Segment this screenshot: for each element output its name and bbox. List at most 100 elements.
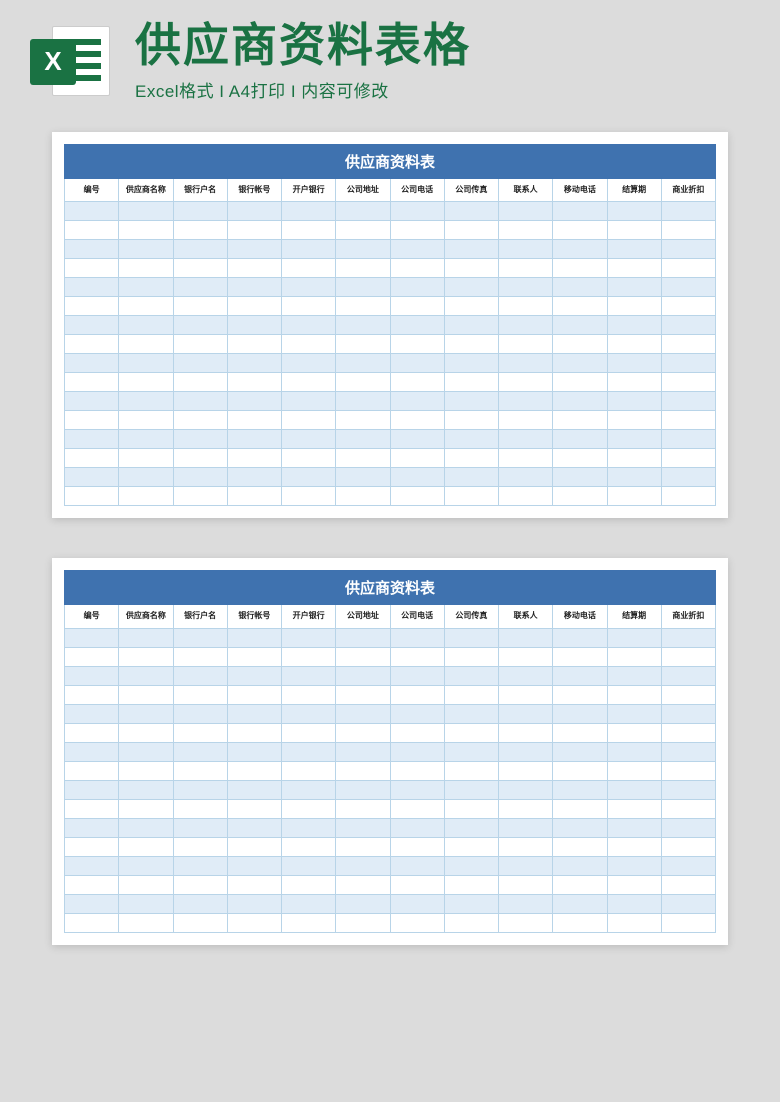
table-cell xyxy=(444,648,498,667)
table-cell xyxy=(173,781,227,800)
table-cell xyxy=(444,411,498,430)
table-cell xyxy=(65,648,119,667)
table-cell xyxy=(607,857,661,876)
table-cell xyxy=(444,705,498,724)
table-cell xyxy=(65,876,119,895)
table-cell xyxy=(336,278,390,297)
table-row xyxy=(65,373,716,392)
column-header: 移动电话 xyxy=(553,605,607,629)
table-cell xyxy=(607,316,661,335)
table-cell xyxy=(499,743,553,762)
column-header: 编号 xyxy=(65,178,119,202)
table-row xyxy=(65,297,716,316)
table-cell xyxy=(227,354,281,373)
table-row xyxy=(65,316,716,335)
table-cell xyxy=(390,468,444,487)
table-cell xyxy=(227,724,281,743)
table-cell xyxy=(607,648,661,667)
table-cell xyxy=(173,648,227,667)
table-cell xyxy=(173,411,227,430)
table-cell xyxy=(553,487,607,506)
table-cell xyxy=(282,762,336,781)
table-cell xyxy=(390,259,444,278)
table-row xyxy=(65,781,716,800)
table-cell xyxy=(607,354,661,373)
table-cell xyxy=(390,724,444,743)
column-header: 开户银行 xyxy=(282,178,336,202)
table-cell xyxy=(227,221,281,240)
table-cell xyxy=(390,629,444,648)
table-cell xyxy=(390,800,444,819)
table-cell xyxy=(390,316,444,335)
page-title: 供应商资料表格 xyxy=(135,20,750,71)
column-header: 银行帐号 xyxy=(227,605,281,629)
table-cell xyxy=(282,667,336,686)
table-cell xyxy=(390,335,444,354)
table-cell xyxy=(119,468,173,487)
column-header: 联系人 xyxy=(499,178,553,202)
table-cell xyxy=(65,259,119,278)
table-cell xyxy=(390,781,444,800)
table-cell xyxy=(65,335,119,354)
table-cell xyxy=(444,430,498,449)
table-cell xyxy=(336,762,390,781)
table-cell xyxy=(119,411,173,430)
table-cell xyxy=(553,895,607,914)
table-cell xyxy=(119,278,173,297)
table-row xyxy=(65,819,716,838)
table-cell xyxy=(390,648,444,667)
table-cell xyxy=(336,705,390,724)
table-cell xyxy=(336,743,390,762)
table-cell xyxy=(661,373,715,392)
table-cell xyxy=(499,762,553,781)
table-cell xyxy=(282,781,336,800)
table-row xyxy=(65,705,716,724)
table-cell xyxy=(336,648,390,667)
table-cell xyxy=(336,724,390,743)
table-row xyxy=(65,724,716,743)
table-cell xyxy=(173,762,227,781)
table-row xyxy=(65,487,716,506)
table-row xyxy=(65,895,716,914)
table-cell xyxy=(499,724,553,743)
table-cell xyxy=(390,392,444,411)
table-cell xyxy=(661,629,715,648)
table-cell xyxy=(336,259,390,278)
table-cell xyxy=(336,392,390,411)
table-cell xyxy=(173,487,227,506)
table-cell xyxy=(65,430,119,449)
table-cell xyxy=(119,316,173,335)
table-cell xyxy=(282,240,336,259)
table-row xyxy=(65,629,716,648)
table-cell xyxy=(119,240,173,259)
table-cell xyxy=(282,430,336,449)
table-cell xyxy=(336,240,390,259)
table-cell xyxy=(661,240,715,259)
table-cell xyxy=(336,667,390,686)
column-header: 结算期 xyxy=(607,605,661,629)
table-cell xyxy=(390,297,444,316)
column-header: 商业折扣 xyxy=(661,178,715,202)
table-cell xyxy=(444,629,498,648)
column-header: 供应商名称 xyxy=(119,178,173,202)
table-title: 供应商资料表 xyxy=(65,144,716,178)
table-cell xyxy=(390,857,444,876)
column-header: 开户银行 xyxy=(282,605,336,629)
table-cell xyxy=(499,705,553,724)
table-cell xyxy=(173,468,227,487)
table-cell xyxy=(553,316,607,335)
table-cell xyxy=(499,259,553,278)
table-cell xyxy=(282,838,336,857)
table-cell xyxy=(390,240,444,259)
table-cell xyxy=(119,335,173,354)
table-cell xyxy=(336,857,390,876)
table-cell xyxy=(65,392,119,411)
table-cell xyxy=(499,857,553,876)
table-cell xyxy=(553,629,607,648)
table-cell xyxy=(444,762,498,781)
table-row xyxy=(65,648,716,667)
table-cell xyxy=(336,373,390,392)
table-cell xyxy=(661,392,715,411)
table-cell xyxy=(444,373,498,392)
table-cell xyxy=(661,895,715,914)
